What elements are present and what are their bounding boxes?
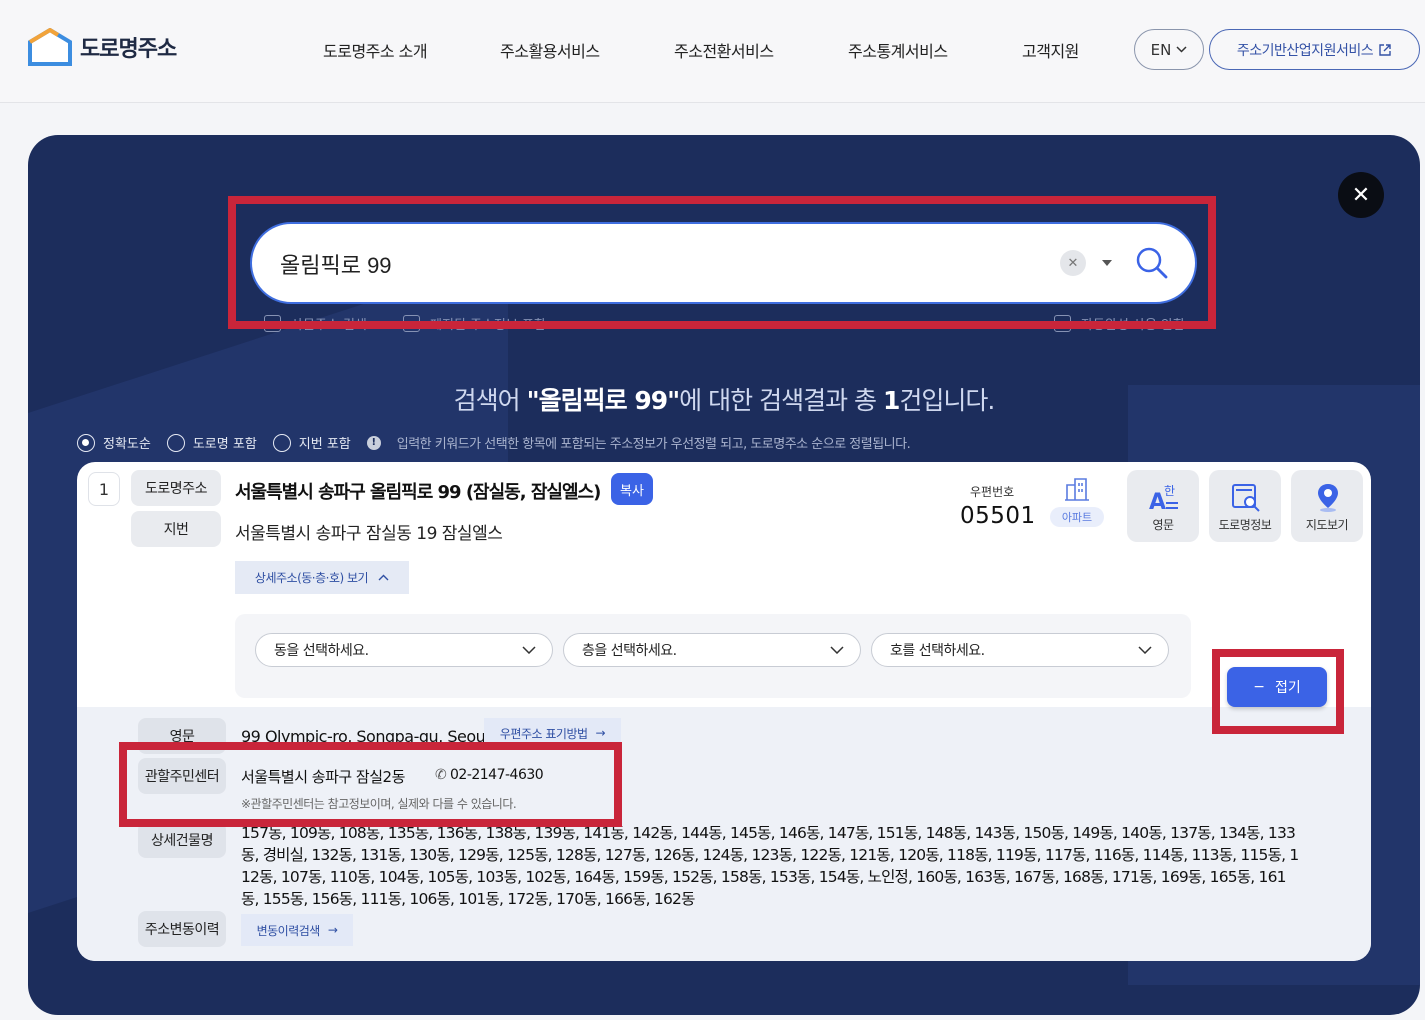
link-label: 우편주소 표기방법 — [499, 726, 588, 741]
select-placeholder: 층을 선택하세요. — [582, 643, 677, 659]
summary-prefix: 검색어 — [453, 386, 527, 415]
building-type-label: 아파트 — [1049, 507, 1105, 527]
summary-keyword: "올림픽로 99" — [526, 386, 681, 415]
house-logo-icon — [28, 28, 72, 66]
sort-jibun[interactable]: 지번 포함 — [272, 433, 351, 452]
english-address-button[interactable]: A한 영문 — [1127, 470, 1199, 542]
detail-address-toggle[interactable]: 상세주소(동·층·호) 보기 — [235, 561, 409, 594]
map-view-button[interactable]: 지도보기 — [1291, 470, 1363, 542]
nav-conversion[interactable]: 주소전환서비스 — [674, 38, 774, 62]
svg-text:한: 한 — [1164, 484, 1175, 498]
arrow-right-icon: → — [595, 726, 606, 740]
jibun-tag: 지번 — [131, 511, 221, 547]
postal-code: 05501 — [960, 503, 1036, 529]
external-service-label: 주소기반산업지원서비스 — [1236, 42, 1374, 59]
road-info-icon — [1232, 484, 1260, 512]
tool-label: 영문 — [1152, 518, 1174, 532]
sort-info-text: 입력한 키워드가 선택한 항목에 포함되는 주소정보가 우선정렬 되고, 도로명… — [396, 437, 911, 452]
nav-support[interactable]: 고객지원 — [1022, 38, 1079, 62]
copy-button[interactable]: 복사 — [611, 473, 653, 505]
chevron-up-icon — [378, 574, 389, 581]
external-service-button[interactable]: 주소기반산업지원서비스 — [1209, 29, 1420, 70]
road-info-button[interactable]: 도로명정보 — [1209, 470, 1281, 542]
radio-label: 지번 포함 — [298, 437, 351, 452]
language-select[interactable]: EN — [1134, 29, 1204, 70]
building-dong-select[interactable]: 동을 선택하세요. — [255, 633, 553, 667]
tool-label: 지도보기 — [1305, 518, 1349, 532]
radio[interactable] — [166, 433, 185, 452]
language-label: EN — [1150, 40, 1172, 59]
road-address: 서울특별시 송파구 올림픽로 99 (잠실동, 잠실엘스) — [235, 482, 601, 503]
close-button[interactable]: ✕ — [1338, 172, 1384, 218]
translate-icon: A한 — [1149, 484, 1178, 512]
apartment-icon — [1065, 478, 1089, 501]
select-placeholder: 호를 선택하세요. — [890, 643, 985, 659]
sort-options: 정확도순 도로명 포함 지번 포함 ! 입력한 키워드가 선택한 항목에 포함되… — [77, 433, 911, 452]
nav-statistics[interactable]: 주소통계서비스 — [848, 38, 948, 62]
select-placeholder: 동을 선택하세요. — [274, 643, 369, 659]
history-tag: 주소변동이력 — [138, 911, 226, 947]
buildings-tag: 상세건물명 — [138, 822, 226, 858]
chevron-down-icon — [830, 646, 844, 654]
site-header: 도로명주소 도로명주소 소개 주소활용서비스 주소전환서비스 주소통계서비스 고… — [0, 0, 1425, 103]
nav-services[interactable]: 주소활용서비스 — [500, 38, 600, 62]
detail-selects: 동을 선택하세요. 층을 선택하세요. 호를 선택하세요. — [235, 614, 1191, 698]
site-logo[interactable]: 도로명주소 — [28, 28, 177, 66]
radio-selected[interactable] — [77, 433, 95, 452]
map-pin-icon — [1318, 484, 1338, 512]
info-icon: ! — [366, 435, 381, 450]
detail-toggle-label: 상세주소(동·층·호) 보기 — [254, 571, 369, 585]
highlight-box — [119, 742, 622, 827]
chevron-down-icon — [1176, 46, 1187, 53]
summary-count: 1 — [882, 386, 900, 415]
arrow-right-icon: → — [327, 923, 338, 937]
highlight-box — [228, 196, 1216, 329]
history-search-button[interactable]: 변동이력검색 → — [241, 914, 353, 946]
building-type-badge: 아파트 — [1046, 477, 1108, 527]
tool-label: 도로명정보 — [1218, 518, 1272, 532]
jibun-address: 서울특별시 송파구 잠실동 19 잠실엘스 — [235, 524, 503, 544]
postal-code-label: 우편번호 — [970, 485, 1015, 499]
summary-suffix: 건입니다. — [899, 386, 995, 415]
sort-accuracy[interactable]: 정확도순 — [77, 433, 151, 452]
radio-label: 도로명 포함 — [192, 437, 257, 452]
logo-text: 도로명주소 — [80, 37, 177, 62]
nav-intro[interactable]: 도로명주소 소개 — [323, 38, 428, 62]
link-label: 변동이력검색 — [256, 923, 321, 938]
result-summary: 검색어 "올림픽로 99"에 대한 검색결과 총 1건입니다. — [28, 381, 1420, 417]
unit-select[interactable]: 호를 선택하세요. — [871, 633, 1169, 667]
result-card: 1 도로명주소 서울특별시 송파구 올림픽로 99 (잠실동, 잠실엘스) 복사… — [77, 462, 1371, 961]
road-address-tag: 도로명주소 — [131, 470, 221, 506]
highlight-box — [1212, 649, 1344, 734]
result-index: 1 — [88, 472, 120, 506]
floor-select[interactable]: 층을 선택하세요. — [563, 633, 861, 667]
radio-label: 정확도순 — [103, 437, 151, 452]
radio[interactable] — [272, 433, 291, 452]
building-list: 157동, 109동, 108동, 135동, 136동, 138동, 139동… — [241, 824, 1299, 908]
chevron-down-icon — [1138, 646, 1152, 654]
sort-road[interactable]: 도로명 포함 — [166, 433, 257, 452]
external-link-icon — [1379, 43, 1391, 56]
search-panel: ✕ ✕ 사물주소 검색 폐지된 주소정보 포함 자동완성 사용 안함 검색어 "… — [28, 135, 1420, 1015]
chevron-down-icon — [522, 646, 536, 654]
summary-middle: 에 대한 검색결과 총 — [679, 386, 883, 415]
